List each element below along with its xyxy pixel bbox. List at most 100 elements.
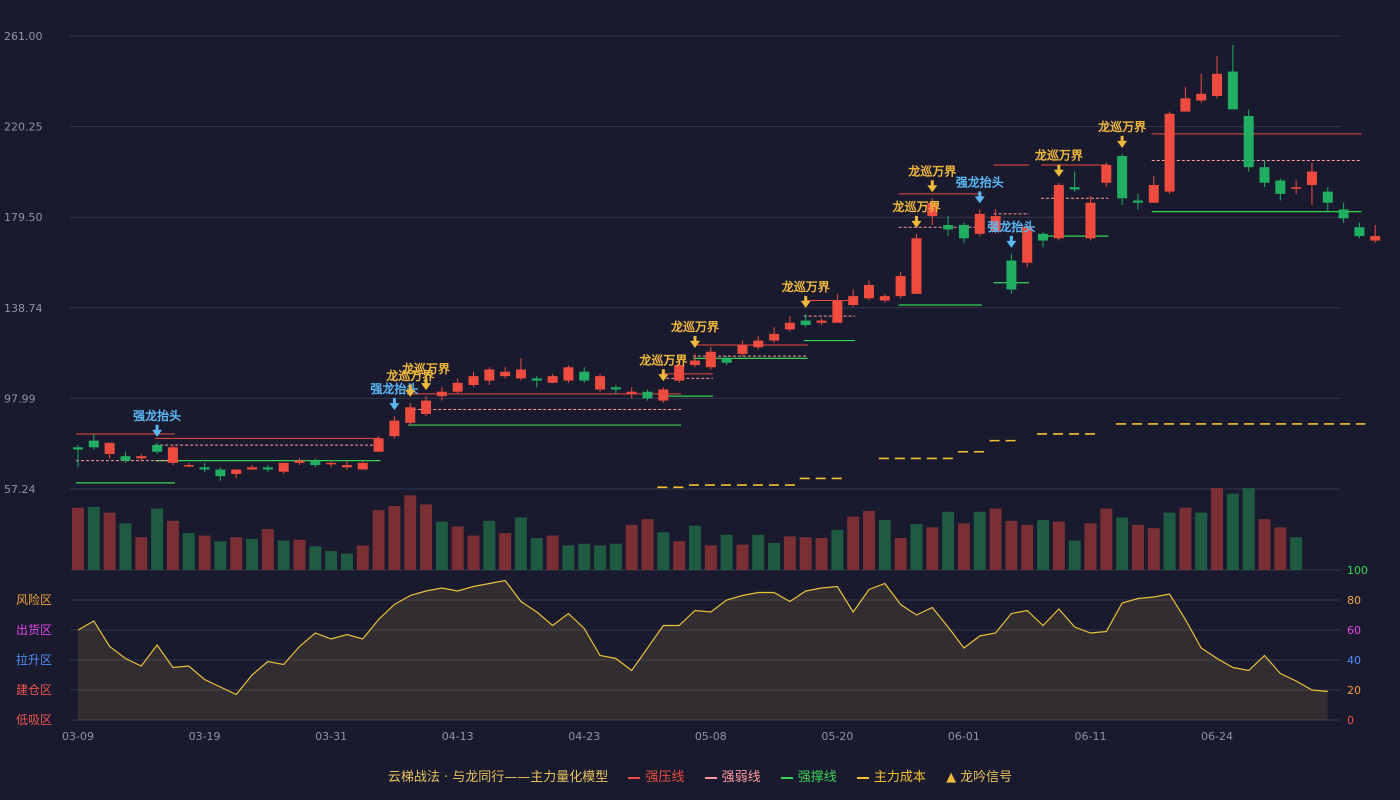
candle-body [1069,187,1080,190]
signal-arrow-icon [800,300,811,308]
candle-body [689,360,700,366]
candle-body [1164,113,1175,192]
candle-body [436,391,447,397]
signal-label: 龙巡万界 [639,352,687,367]
legend-pressure-label: 强压线 [645,770,685,785]
candle-body [864,284,874,299]
signal-label: 龙巡万界 [402,361,450,376]
candle-body [500,371,511,377]
oscillator-tick-label: 0 [1347,714,1354,727]
candle-body [1338,209,1349,219]
signal-arrow-icon [152,429,163,437]
legend-signal: ▲ 龙吟信号 [946,766,1012,785]
candle-body [879,296,890,301]
candle-body [247,467,258,470]
volume-bar [815,538,828,570]
signal-label: 强龙抬头 [956,174,1004,189]
volume-bar [230,537,243,570]
volume-bar [72,507,84,570]
signal-label: 龙巡万界 [892,199,940,214]
volume-bar [1021,524,1034,570]
volume-bar [1274,527,1287,570]
candle-body [1053,184,1064,239]
signal-label: 龙巡万界 [782,279,830,294]
candle-body [626,391,637,394]
candle-body [895,276,906,297]
volume-bar [340,553,353,570]
chart-legend: 云梯战法 · 与龙同行——主力量化模型 强压线 强弱线 强撑线 主力成本 ▲ 龙吟… [0,766,1400,785]
volume-bar [435,521,448,570]
volume-bar [1100,508,1113,570]
candle-body [721,358,732,363]
candle-body [1132,200,1143,203]
candle-body [136,456,147,459]
volume-bar [103,512,116,570]
candle-body [73,447,83,450]
candle-body [104,442,115,454]
candle-body [658,389,669,401]
candle-body [421,400,432,414]
candle-body [674,365,685,381]
volume-bar [657,532,670,570]
volume-bar [119,523,132,570]
candle-body [642,391,653,399]
volume-bar [1179,507,1192,570]
candle-body [199,467,210,470]
signal-arrow-icon [927,185,938,193]
volume-bar [277,540,290,570]
volume-bar [736,544,749,570]
oscillator-tick-label: 60 [1347,624,1361,637]
volume-bar [1084,523,1097,570]
volume-bar [783,536,796,570]
candle-body [405,407,416,423]
signal-arrow-icon [1053,169,1064,177]
volume-bar [182,533,195,570]
legend-weak: 强弱线 [704,766,761,785]
volume-bar [1290,537,1303,570]
legend-signal-icon: ▲ [946,770,957,785]
volume-bar [831,529,844,570]
x-tick-label: 05-20 [821,730,853,743]
volume-bar [309,546,322,570]
legend-pressure: 强压线 [628,766,684,785]
signal-arrow-icon [974,196,985,204]
volume-bar [720,534,733,570]
x-tick-label: 06-11 [1074,730,1106,743]
signal-arrow-icon [1006,240,1017,248]
volume-bar [1242,488,1255,570]
candle-body [278,462,289,472]
volume-bar [704,545,717,570]
volume-bar [926,527,939,570]
candle-body [452,382,463,392]
volume-bar [151,508,164,570]
volume-bar [768,542,781,570]
price-tick-label: 220.25 [4,121,43,134]
zone-label: 风险区 [16,592,52,607]
signal-label: 龙巡万界 [1035,148,1083,163]
volume-bar [530,538,543,570]
volume-bar [293,539,306,570]
volume-bar [404,495,417,570]
candle-body [958,224,969,239]
volume-bar [1005,520,1018,570]
price-tick-label: 57.24 [4,483,36,496]
candle-body [1006,260,1017,290]
candle-body [547,376,558,383]
volume-bar [1226,493,1239,570]
volume-bar [1037,519,1050,570]
candle-body [1117,156,1128,199]
volume-bar [910,524,923,570]
candle-body [911,238,922,294]
zone-label: 拉升区 [16,652,52,667]
candle-body [88,440,99,448]
volume-bar [594,545,607,570]
volume-bar [372,510,385,570]
volume-bar [451,526,464,570]
volume-bar [942,511,955,570]
volume-bar [973,511,986,570]
x-tick-label: 06-24 [1201,730,1233,743]
volume-bar [325,551,338,570]
candle-body [167,447,178,463]
volume-bar [166,520,179,570]
volume-bar [878,519,891,570]
